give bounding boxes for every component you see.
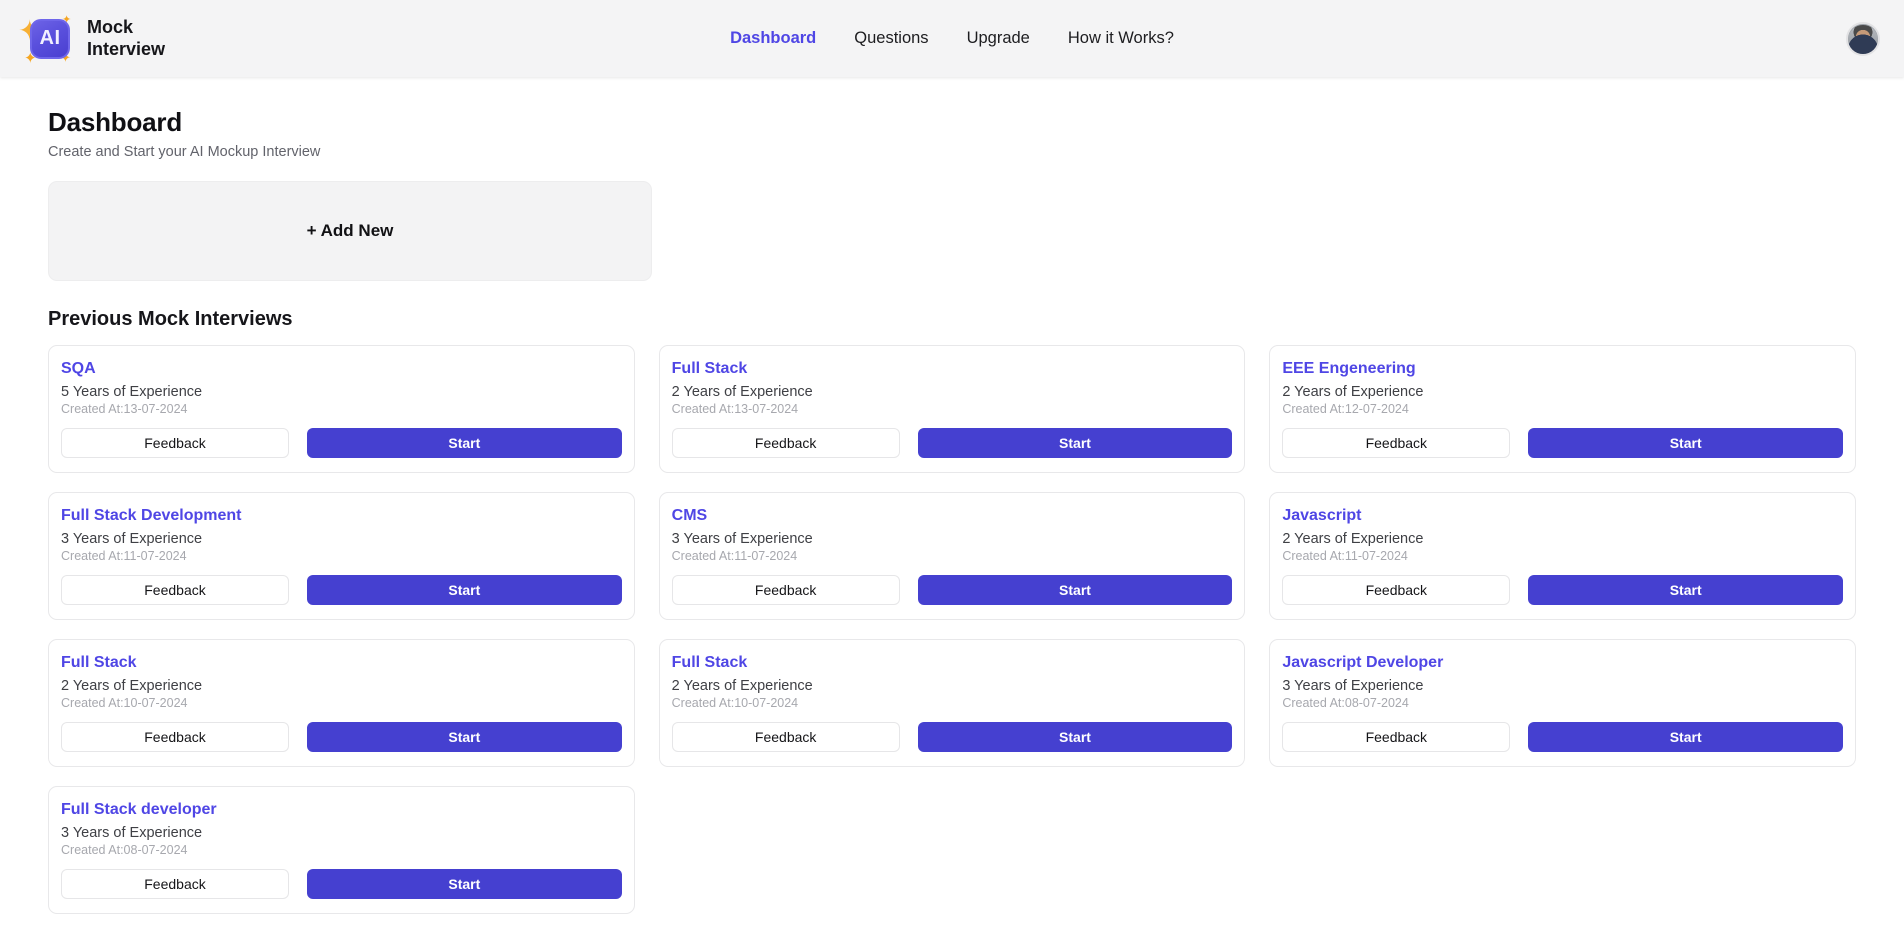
interview-card-experience: 2 Years of Experience <box>1282 531 1843 547</box>
interview-card-actions: Feedback Start <box>672 722 1233 752</box>
interview-card-experience: 5 Years of Experience <box>61 384 622 400</box>
interview-card-actions: Feedback Start <box>61 722 622 752</box>
interview-card-title: CMS <box>672 506 1233 526</box>
interview-card-title: Javascript <box>1282 506 1843 526</box>
logo-mark: AI <box>30 19 70 59</box>
interview-card-title: Javascript Developer <box>1282 653 1843 673</box>
interview-card-title: Full Stack <box>672 653 1233 673</box>
interview-card-actions: Feedback Start <box>672 428 1233 458</box>
interview-card-created-date: Created At:08-07-2024 <box>1282 696 1843 710</box>
nav-item-questions[interactable]: Questions <box>854 29 928 48</box>
add-new-interview-button[interactable]: + Add New <box>48 181 652 281</box>
feedback-button[interactable]: Feedback <box>61 428 289 458</box>
main-content: Dashboard Create and Start your AI Mocku… <box>0 77 1904 914</box>
start-button[interactable]: Start <box>918 428 1233 458</box>
interview-card-3[interactable]: Full Stack Development 3 Years of Experi… <box>48 492 635 620</box>
avatar-image <box>1848 25 1878 55</box>
interview-card-title: Full Stack <box>672 359 1233 379</box>
nav-item-how-it-works[interactable]: How it Works? <box>1068 29 1174 48</box>
interview-card-4[interactable]: CMS 3 Years of Experience Created At:11-… <box>659 492 1246 620</box>
interview-card-experience: 2 Years of Experience <box>1282 384 1843 400</box>
start-button[interactable]: Start <box>307 428 622 458</box>
feedback-button[interactable]: Feedback <box>1282 722 1510 752</box>
interview-card-created-date: Created At:11-07-2024 <box>61 549 622 563</box>
interview-card-5[interactable]: Javascript 2 Years of Experience Created… <box>1269 492 1856 620</box>
interview-card-experience: 3 Years of Experience <box>672 531 1233 547</box>
interview-card-created-date: Created At:10-07-2024 <box>61 696 622 710</box>
start-button[interactable]: Start <box>918 722 1233 752</box>
avatar[interactable] <box>1846 22 1880 56</box>
main-nav: Dashboard Questions Upgrade How it Works… <box>0 29 1904 48</box>
interview-card-actions: Feedback Start <box>1282 428 1843 458</box>
interview-card-experience: 2 Years of Experience <box>672 678 1233 694</box>
interview-card-created-date: Created At:13-07-2024 <box>672 402 1233 416</box>
interview-card-0[interactable]: SQA 5 Years of Experience Created At:13-… <box>48 345 635 473</box>
interview-card-experience: 2 Years of Experience <box>61 678 622 694</box>
interview-card-actions: Feedback Start <box>1282 575 1843 605</box>
feedback-button[interactable]: Feedback <box>672 428 900 458</box>
section-title-previous-interviews: Previous Mock Interviews <box>48 308 1856 331</box>
start-button[interactable]: Start <box>307 869 622 899</box>
interview-card-experience: 3 Years of Experience <box>61 531 622 547</box>
interview-card-actions: Feedback Start <box>672 575 1233 605</box>
start-button[interactable]: Start <box>1528 722 1843 752</box>
interview-card-title: Full Stack <box>61 653 622 673</box>
app-header: ✦ ✦ ✦ ✦ AI Mock Interview Dashboard Ques… <box>0 0 1904 77</box>
interview-card-actions: Feedback Start <box>1282 722 1843 752</box>
nav-item-dashboard[interactable]: Dashboard <box>730 29 816 48</box>
interview-card-actions: Feedback Start <box>61 575 622 605</box>
interview-card-actions: Feedback Start <box>61 428 622 458</box>
feedback-button[interactable]: Feedback <box>672 575 900 605</box>
interview-card-created-date: Created At:12-07-2024 <box>1282 402 1843 416</box>
interview-card-1[interactable]: Full Stack 2 Years of Experience Created… <box>659 345 1246 473</box>
interview-card-title: SQA <box>61 359 622 379</box>
interview-card-9[interactable]: Full Stack developer 3 Years of Experien… <box>48 786 635 914</box>
feedback-button[interactable]: Feedback <box>61 575 289 605</box>
interview-card-6[interactable]: Full Stack 2 Years of Experience Created… <box>48 639 635 767</box>
page-subtitle: Create and Start your AI Mockup Intervie… <box>48 144 1856 160</box>
interview-card-8[interactable]: Javascript Developer 3 Years of Experien… <box>1269 639 1856 767</box>
start-button[interactable]: Start <box>1528 428 1843 458</box>
interview-card-grid: SQA 5 Years of Experience Created At:13-… <box>48 345 1856 914</box>
interview-card-actions: Feedback Start <box>61 869 622 899</box>
interview-card-created-date: Created At:08-07-2024 <box>61 843 622 857</box>
interview-card-created-date: Created At:10-07-2024 <box>672 696 1233 710</box>
interview-card-created-date: Created At:13-07-2024 <box>61 402 622 416</box>
start-button[interactable]: Start <box>307 722 622 752</box>
ai-sparkle-logo-icon: ✦ ✦ ✦ ✦ AI <box>18 11 74 67</box>
feedback-button[interactable]: Feedback <box>61 869 289 899</box>
nav-item-upgrade[interactable]: Upgrade <box>967 29 1030 48</box>
page-title: Dashboard <box>48 107 1856 138</box>
interview-card-created-date: Created At:11-07-2024 <box>1282 549 1843 563</box>
interview-card-experience: 3 Years of Experience <box>61 825 622 841</box>
feedback-button[interactable]: Feedback <box>61 722 289 752</box>
interview-card-created-date: Created At:11-07-2024 <box>672 549 1233 563</box>
feedback-button[interactable]: Feedback <box>672 722 900 752</box>
feedback-button[interactable]: Feedback <box>1282 428 1510 458</box>
brand-name: Mock Interview <box>87 17 173 60</box>
interview-card-experience: 3 Years of Experience <box>1282 678 1843 694</box>
interview-card-experience: 2 Years of Experience <box>672 384 1233 400</box>
interview-card-title: Full Stack Development <box>61 506 622 526</box>
interview-card-2[interactable]: EEE Engeneering 2 Years of Experience Cr… <box>1269 345 1856 473</box>
start-button[interactable]: Start <box>307 575 622 605</box>
start-button[interactable]: Start <box>918 575 1233 605</box>
interview-card-title: Full Stack developer <box>61 800 622 820</box>
start-button[interactable]: Start <box>1528 575 1843 605</box>
interview-card-7[interactable]: Full Stack 2 Years of Experience Created… <box>659 639 1246 767</box>
brand[interactable]: ✦ ✦ ✦ ✦ AI Mock Interview <box>18 11 173 67</box>
interview-card-title: EEE Engeneering <box>1282 359 1843 379</box>
feedback-button[interactable]: Feedback <box>1282 575 1510 605</box>
add-new-label: + Add New <box>307 221 394 241</box>
